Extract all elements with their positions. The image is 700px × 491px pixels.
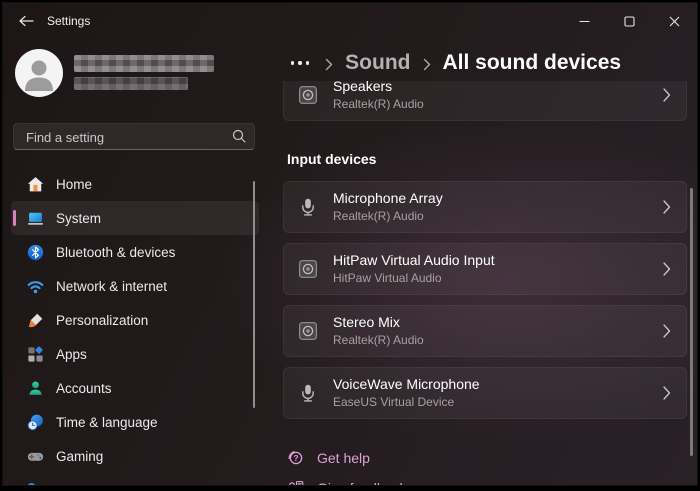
sidebar-item-home[interactable]: Home xyxy=(11,167,259,201)
speaker-icon xyxy=(298,85,318,105)
sidebar-item-gaming[interactable]: Gaming xyxy=(11,439,259,473)
device-card-stereo-mix[interactable]: Stereo Mix Realtek(R) Audio xyxy=(283,305,687,357)
maximize-icon xyxy=(624,15,635,27)
sidebar-item-network-internet[interactable]: Network & internet xyxy=(11,269,259,303)
sidebar-item-label: Gaming xyxy=(56,448,104,464)
speaker-icon xyxy=(298,259,318,279)
sidebar-item-label: Bluetooth & devices xyxy=(56,244,176,260)
user-email-redacted xyxy=(74,77,188,90)
sidebar-item-label: Personalization xyxy=(56,312,149,328)
device-subtitle: EaseUS Virtual Device xyxy=(333,395,455,409)
time-language-icon xyxy=(27,414,44,431)
close-button[interactable] xyxy=(652,3,697,39)
settings-window: Settings Find a setting Home System Blue… xyxy=(2,2,698,486)
gaming-icon xyxy=(27,448,44,465)
device-subtitle: Realtek(R) Audio xyxy=(333,97,424,111)
chevron-right-icon xyxy=(663,324,671,338)
give-feedback-link[interactable]: Give feedback xyxy=(287,479,407,485)
device-subtitle: Realtek(R) Audio xyxy=(333,209,424,223)
ellipsis-dot xyxy=(291,61,295,65)
sidebar-item-bluetooth-devices[interactable]: Bluetooth & devices xyxy=(11,235,259,269)
user-avatar[interactable] xyxy=(15,49,63,97)
chevron-right-icon xyxy=(663,386,671,400)
apps-icon xyxy=(27,345,44,363)
sidebar-item-label: Network & internet xyxy=(56,278,168,294)
minimize-button[interactable] xyxy=(562,3,607,39)
device-subtitle: Realtek(R) Audio xyxy=(333,333,424,347)
main-scrollbar[interactable] xyxy=(690,188,693,456)
ellipsis-dot xyxy=(305,61,310,65)
sidebar-nav: Home System Bluetooth & devices Network … xyxy=(11,167,259,473)
system-icon xyxy=(27,210,44,227)
titlebar: Settings xyxy=(3,3,697,39)
bluetooth-icon xyxy=(27,244,44,261)
selection-indicator xyxy=(13,210,16,226)
accessibility-icon-partial xyxy=(27,483,36,485)
give-feedback-icon xyxy=(287,479,304,485)
get-help-label: Get help xyxy=(317,449,370,466)
device-title: Stereo Mix xyxy=(333,314,400,330)
sidebar-item-apps[interactable]: Apps xyxy=(11,337,259,371)
get-help-icon: ? xyxy=(287,449,304,466)
chevron-right-icon xyxy=(663,262,671,276)
chevron-right-icon xyxy=(663,200,671,214)
device-subtitle: HitPaw Virtual Audio xyxy=(333,271,442,285)
page-title: All sound devices xyxy=(442,51,622,74)
sidebar-item-system[interactable]: System xyxy=(11,201,259,235)
window-title: Settings xyxy=(47,14,91,28)
chevron-right-icon xyxy=(423,58,431,71)
microphone-icon xyxy=(302,198,314,216)
give-feedback-label: Give feedback xyxy=(317,480,407,486)
scroll-viewport: Speakers Realtek(R) Audio Input devices … xyxy=(271,81,697,485)
device-title: HitPaw Virtual Audio Input xyxy=(333,252,495,268)
section-header: Input devices xyxy=(287,151,377,167)
ellipsis-dot xyxy=(298,61,302,65)
microphone-icon xyxy=(302,384,314,402)
back-button[interactable] xyxy=(11,7,41,35)
home-icon xyxy=(27,176,44,193)
search-box[interactable] xyxy=(13,123,255,151)
sidebar-item-label: Accounts xyxy=(56,380,112,396)
back-arrow-icon xyxy=(18,15,34,27)
breadcrumb: Sound All sound devices xyxy=(287,45,621,81)
personalization-icon xyxy=(27,312,44,329)
maximize-button[interactable] xyxy=(607,3,652,39)
breadcrumb-sound[interactable]: Sound xyxy=(345,51,410,75)
device-title: Speakers xyxy=(333,81,393,94)
search-input[interactable] xyxy=(24,124,218,151)
sidebar-item-accounts[interactable]: Accounts xyxy=(11,371,259,405)
sidebar-item-label: Home xyxy=(56,176,93,192)
person-icon xyxy=(25,60,53,91)
sidebar-item-label: System xyxy=(56,210,102,226)
close-icon xyxy=(669,16,680,26)
breadcrumb-ellipsis-button[interactable] xyxy=(287,51,313,75)
device-card-hitpaw-virtual-audio-input[interactable]: HitPaw Virtual Audio Input HitPaw Virtua… xyxy=(283,243,687,295)
sidebar: Home System Bluetooth & devices xyxy=(3,39,271,485)
device-card-microphone-array[interactable]: Microphone Array Realtek(R) Audio xyxy=(283,181,687,233)
user-name-redacted xyxy=(74,55,214,72)
sidebar-item-label: Time & language xyxy=(56,414,158,430)
device-title: Microphone Array xyxy=(333,190,443,206)
device-title: VoiceWave Microphone xyxy=(333,376,480,392)
speaker-icon xyxy=(298,321,318,341)
search-icon xyxy=(232,129,246,143)
sidebar-scrollbar[interactable] xyxy=(253,181,255,408)
sidebar-item-time-language[interactable]: Time & language xyxy=(11,405,259,439)
svg-text:?: ? xyxy=(293,453,298,463)
accounts-icon xyxy=(27,380,44,397)
device-card-voicewave-microphone[interactable]: VoiceWave Microphone EaseUS Virtual Devi… xyxy=(283,367,687,419)
minimize-icon xyxy=(579,20,590,22)
chevron-right-icon xyxy=(325,58,333,71)
chevron-right-icon xyxy=(663,88,671,102)
main-content: Sound All sound devices Speakers Realtek… xyxy=(271,39,697,485)
network-icon xyxy=(27,278,44,295)
sidebar-item-label: Apps xyxy=(56,346,87,362)
get-help-link[interactable]: ? Get help xyxy=(287,449,370,466)
sidebar-item-personalization[interactable]: Personalization xyxy=(11,303,259,337)
device-card-speakers[interactable]: Speakers Realtek(R) Audio xyxy=(283,81,687,121)
